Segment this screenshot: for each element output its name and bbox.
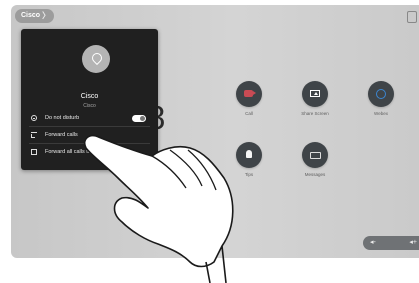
forward-calls-row[interactable]: Forward calls (29, 128, 150, 142)
location-pin-icon (82, 45, 110, 73)
panel-subtitle: Cisco (83, 103, 96, 109)
touch-screen: Cisco 〉 8 Call Share Screen Webex Tips M… (11, 5, 419, 258)
device-name: Cisco (21, 12, 41, 19)
share-screen-icon (310, 90, 320, 97)
settings-icon[interactable] (407, 11, 417, 23)
messages-tile[interactable]: Messages (295, 142, 335, 177)
messages-icon (310, 152, 321, 159)
do-not-disturb-row[interactable]: Do not disturb (29, 111, 150, 125)
call-tile[interactable]: Call (229, 81, 269, 116)
do-not-disturb-toggle[interactable] (132, 115, 146, 122)
messages-label: Messages (304, 172, 326, 177)
volume-up-icon[interactable]: ◂+ (409, 236, 417, 250)
divider (29, 143, 150, 144)
forward-all-calls-row[interactable]: Forward all calls to v... (29, 145, 150, 159)
forward-all-icon (31, 149, 37, 155)
tips-tile[interactable]: Tips (229, 142, 269, 177)
forward-icon (31, 132, 37, 139)
webex-tile[interactable]: Webex (361, 81, 401, 116)
do-not-disturb-label: Do not disturb (45, 115, 80, 121)
webex-label: Webex (374, 111, 388, 116)
call-label: Call (245, 111, 253, 116)
device-menu-panel: Cisco Cisco Do not disturb Forward calls… (21, 29, 158, 170)
share-screen-tile[interactable]: Share Screen (295, 81, 335, 116)
divider (29, 126, 150, 127)
call-icon (244, 90, 256, 97)
dnd-icon (31, 115, 37, 121)
forward-calls-label: Forward calls (45, 132, 78, 138)
share-screen-label: Share Screen (301, 111, 329, 116)
tips-label: Tips (244, 172, 254, 177)
top-bar: Cisco 〉 (11, 5, 419, 25)
forward-all-calls-label: Forward all calls to v... (45, 149, 100, 155)
panel-title: Cisco (80, 93, 99, 100)
webex-icon (376, 89, 386, 99)
tips-icon (246, 150, 252, 158)
volume-down-icon[interactable]: ◂- (370, 236, 376, 250)
volume-control[interactable]: ◂- ◂+ (363, 236, 419, 250)
device-name-button[interactable]: Cisco 〉 (15, 9, 55, 23)
chevron-right-icon: 〉 (42, 11, 51, 20)
